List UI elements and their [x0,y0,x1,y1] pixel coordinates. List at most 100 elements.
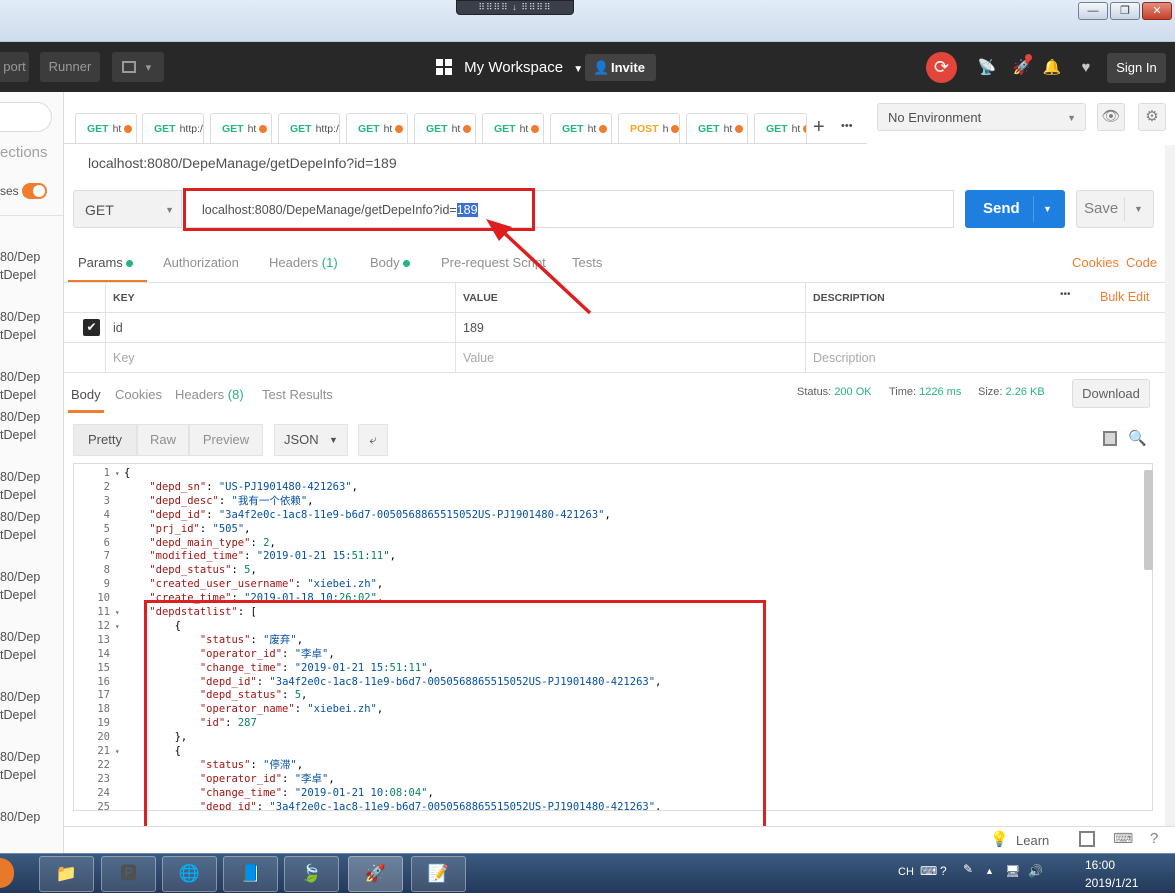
editor-icon[interactable]: 📘 [223,856,278,892]
wrap-icon[interactable]: ⤶ [358,424,388,456]
history-item[interactable]: 80/Dep tDepel [0,408,63,444]
explorer-icon[interactable]: 📁 [39,856,94,892]
restore-button[interactable]: ❐ [1110,2,1140,20]
tab-authorization[interactable]: Authorization [163,255,239,270]
pycharm-icon[interactable]: 🅿 [101,856,156,892]
request-tab[interactable]: GET http:/ [142,113,204,143]
grid-icon [436,58,452,76]
request-tab[interactable]: GET ht [482,113,544,143]
pretty-button[interactable]: Pretty [73,424,137,456]
toggle-switch[interactable] [22,183,47,199]
history-item[interactable]: 80/Dep tDepel [0,508,63,544]
new-value-input[interactable]: Value [456,343,806,373]
method-select[interactable]: GET ▼ [73,190,182,228]
preview-button[interactable]: Preview [189,424,263,456]
code-scrollbar[interactable] [1144,470,1153,570]
request-tab[interactable]: GET ht [346,113,408,143]
send-button[interactable]: Send ▼ [965,190,1065,228]
environment-select[interactable]: No Environment ▼ [877,103,1086,131]
request-tab[interactable]: POST h [618,113,680,143]
param-key-cell[interactable]: id [106,313,456,343]
history-item[interactable]: 80/Dep tDepel [0,248,63,284]
sync-icon[interactable]: ⟳ [926,52,957,83]
sidebar-search-input[interactable] [0,102,52,132]
chevron-down-icon[interactable]: ▼ [1134,191,1143,227]
request-tab[interactable]: GET ht [210,113,272,143]
keyboard-icon[interactable]: ⌨ [1113,830,1133,847]
help-icon[interactable]: ? [1150,830,1158,847]
response-tab-headers[interactable]: Headers (8) [175,387,244,402]
leaf-app-icon[interactable]: 🍃 [284,856,339,892]
network-tray-icon[interactable]: 🖥 [1005,864,1020,878]
minimize-button[interactable]: — [1078,2,1108,20]
bell-icon[interactable]: 🔔 [1042,58,1062,78]
params-table: KEY VALUE DESCRIPTION ••• Bulk Edit id 1… [64,282,1165,373]
satellite-icon[interactable]: 📡 [977,58,997,78]
bulk-edit-link[interactable]: Bulk Edit [1100,290,1149,304]
history-item[interactable]: 80/Dep tDepel [0,308,63,344]
history-item[interactable]: 80/Dep tDepel [0,568,63,604]
columns-icon[interactable] [1079,831,1095,847]
tabs-more-button[interactable]: ••• [841,120,853,132]
learn-link[interactable]: Learn [1016,833,1049,848]
chevron-down-icon[interactable]: ▼ [1043,190,1052,228]
add-tab-button[interactable]: + [813,116,825,139]
copy-icon[interactable] [1103,431,1117,446]
snap-handle[interactable]: ⠿⠿⠿⠿ ↓ ⠿⠿⠿⠿ [456,0,574,15]
tab-headers[interactable]: Headers (1) [269,255,338,270]
new-key-input[interactable]: Key [106,343,456,373]
chrome-icon[interactable]: 🌐 [162,856,217,892]
postman-icon[interactable]: 🚀 [348,856,403,892]
import-button[interactable]: port [0,52,29,82]
format-select[interactable]: JSON ▼ [274,424,348,456]
history-item[interactable]: 80/Dep tDepel [0,468,63,504]
sign-in-button[interactable]: Sign In [1107,53,1166,83]
pen-tray-icon[interactable]: ✎ [963,862,973,876]
request-tab[interactable]: GET ht [75,113,137,143]
request-tab[interactable]: GET ht [754,113,807,143]
request-tab[interactable]: GET ht [686,113,748,143]
help-tray-icon[interactable]: ? [940,864,947,878]
volume-tray-icon[interactable]: 🔊 [1028,864,1043,878]
input-language[interactable]: CH [898,866,914,878]
cookies-link[interactable]: Cookies [1072,255,1119,270]
collections-tab[interactable]: ections [0,144,48,161]
code-link[interactable]: Code [1126,255,1157,270]
close-window-button[interactable]: ✕ [1142,2,1172,20]
tab-params[interactable]: Params [78,255,133,270]
history-item[interactable]: 80/Dep tDepel [0,368,63,404]
request-tab[interactable]: GET ht [414,113,476,143]
clock-time[interactable]: 16:00 [1085,858,1115,872]
runner-button[interactable]: Runner [40,52,100,82]
history-item[interactable]: 80/Dep [0,808,63,826]
save-button[interactable]: Save ▼ [1076,190,1154,228]
clock-date[interactable]: 2019/1/21 [1085,876,1138,890]
param-enabled-checkbox[interactable]: ✔ [83,319,100,336]
history-item[interactable]: 80/Dep tDepel [0,688,63,724]
keyboard-tray-icon[interactable]: ⌨ [920,864,937,878]
new-description-input[interactable]: Description [806,343,1165,373]
panel-scrollbar[interactable] [1165,145,1175,845]
workspace-selector[interactable]: My Workspace ▼ [436,55,583,80]
response-tab-test-results[interactable]: Test Results [262,387,333,402]
more-options-icon[interactable]: ••• [1060,289,1071,300]
request-tab[interactable]: GET http:/ [278,113,340,143]
search-icon[interactable]: 🔍 [1128,429,1147,447]
notepad-icon[interactable]: 📝 [411,856,466,892]
rocket-icon[interactable]: 🚀 [1012,58,1032,78]
raw-button[interactable]: Raw [137,424,189,456]
heart-icon[interactable]: ♥ [1076,58,1096,78]
response-tab-cookies[interactable]: Cookies [115,387,162,402]
gear-icon[interactable]: ⚙ [1138,103,1166,131]
request-tab[interactable]: GET ht [550,113,612,143]
download-button[interactable]: Download [1072,379,1150,408]
param-description-cell[interactable] [806,313,1165,343]
tab-body[interactable]: Body [370,255,410,270]
show-hidden-icons[interactable]: ▲ [985,866,994,876]
history-item[interactable]: 80/Dep tDepel [0,748,63,784]
new-button[interactable]: ▾ [112,52,164,82]
response-tab-body[interactable]: Body [71,387,101,402]
invite-button[interactable]: 👤 Invite [585,54,656,81]
history-item[interactable]: 80/Dep tDepel [0,628,63,664]
eye-icon[interactable]: 👁 [1097,103,1125,131]
